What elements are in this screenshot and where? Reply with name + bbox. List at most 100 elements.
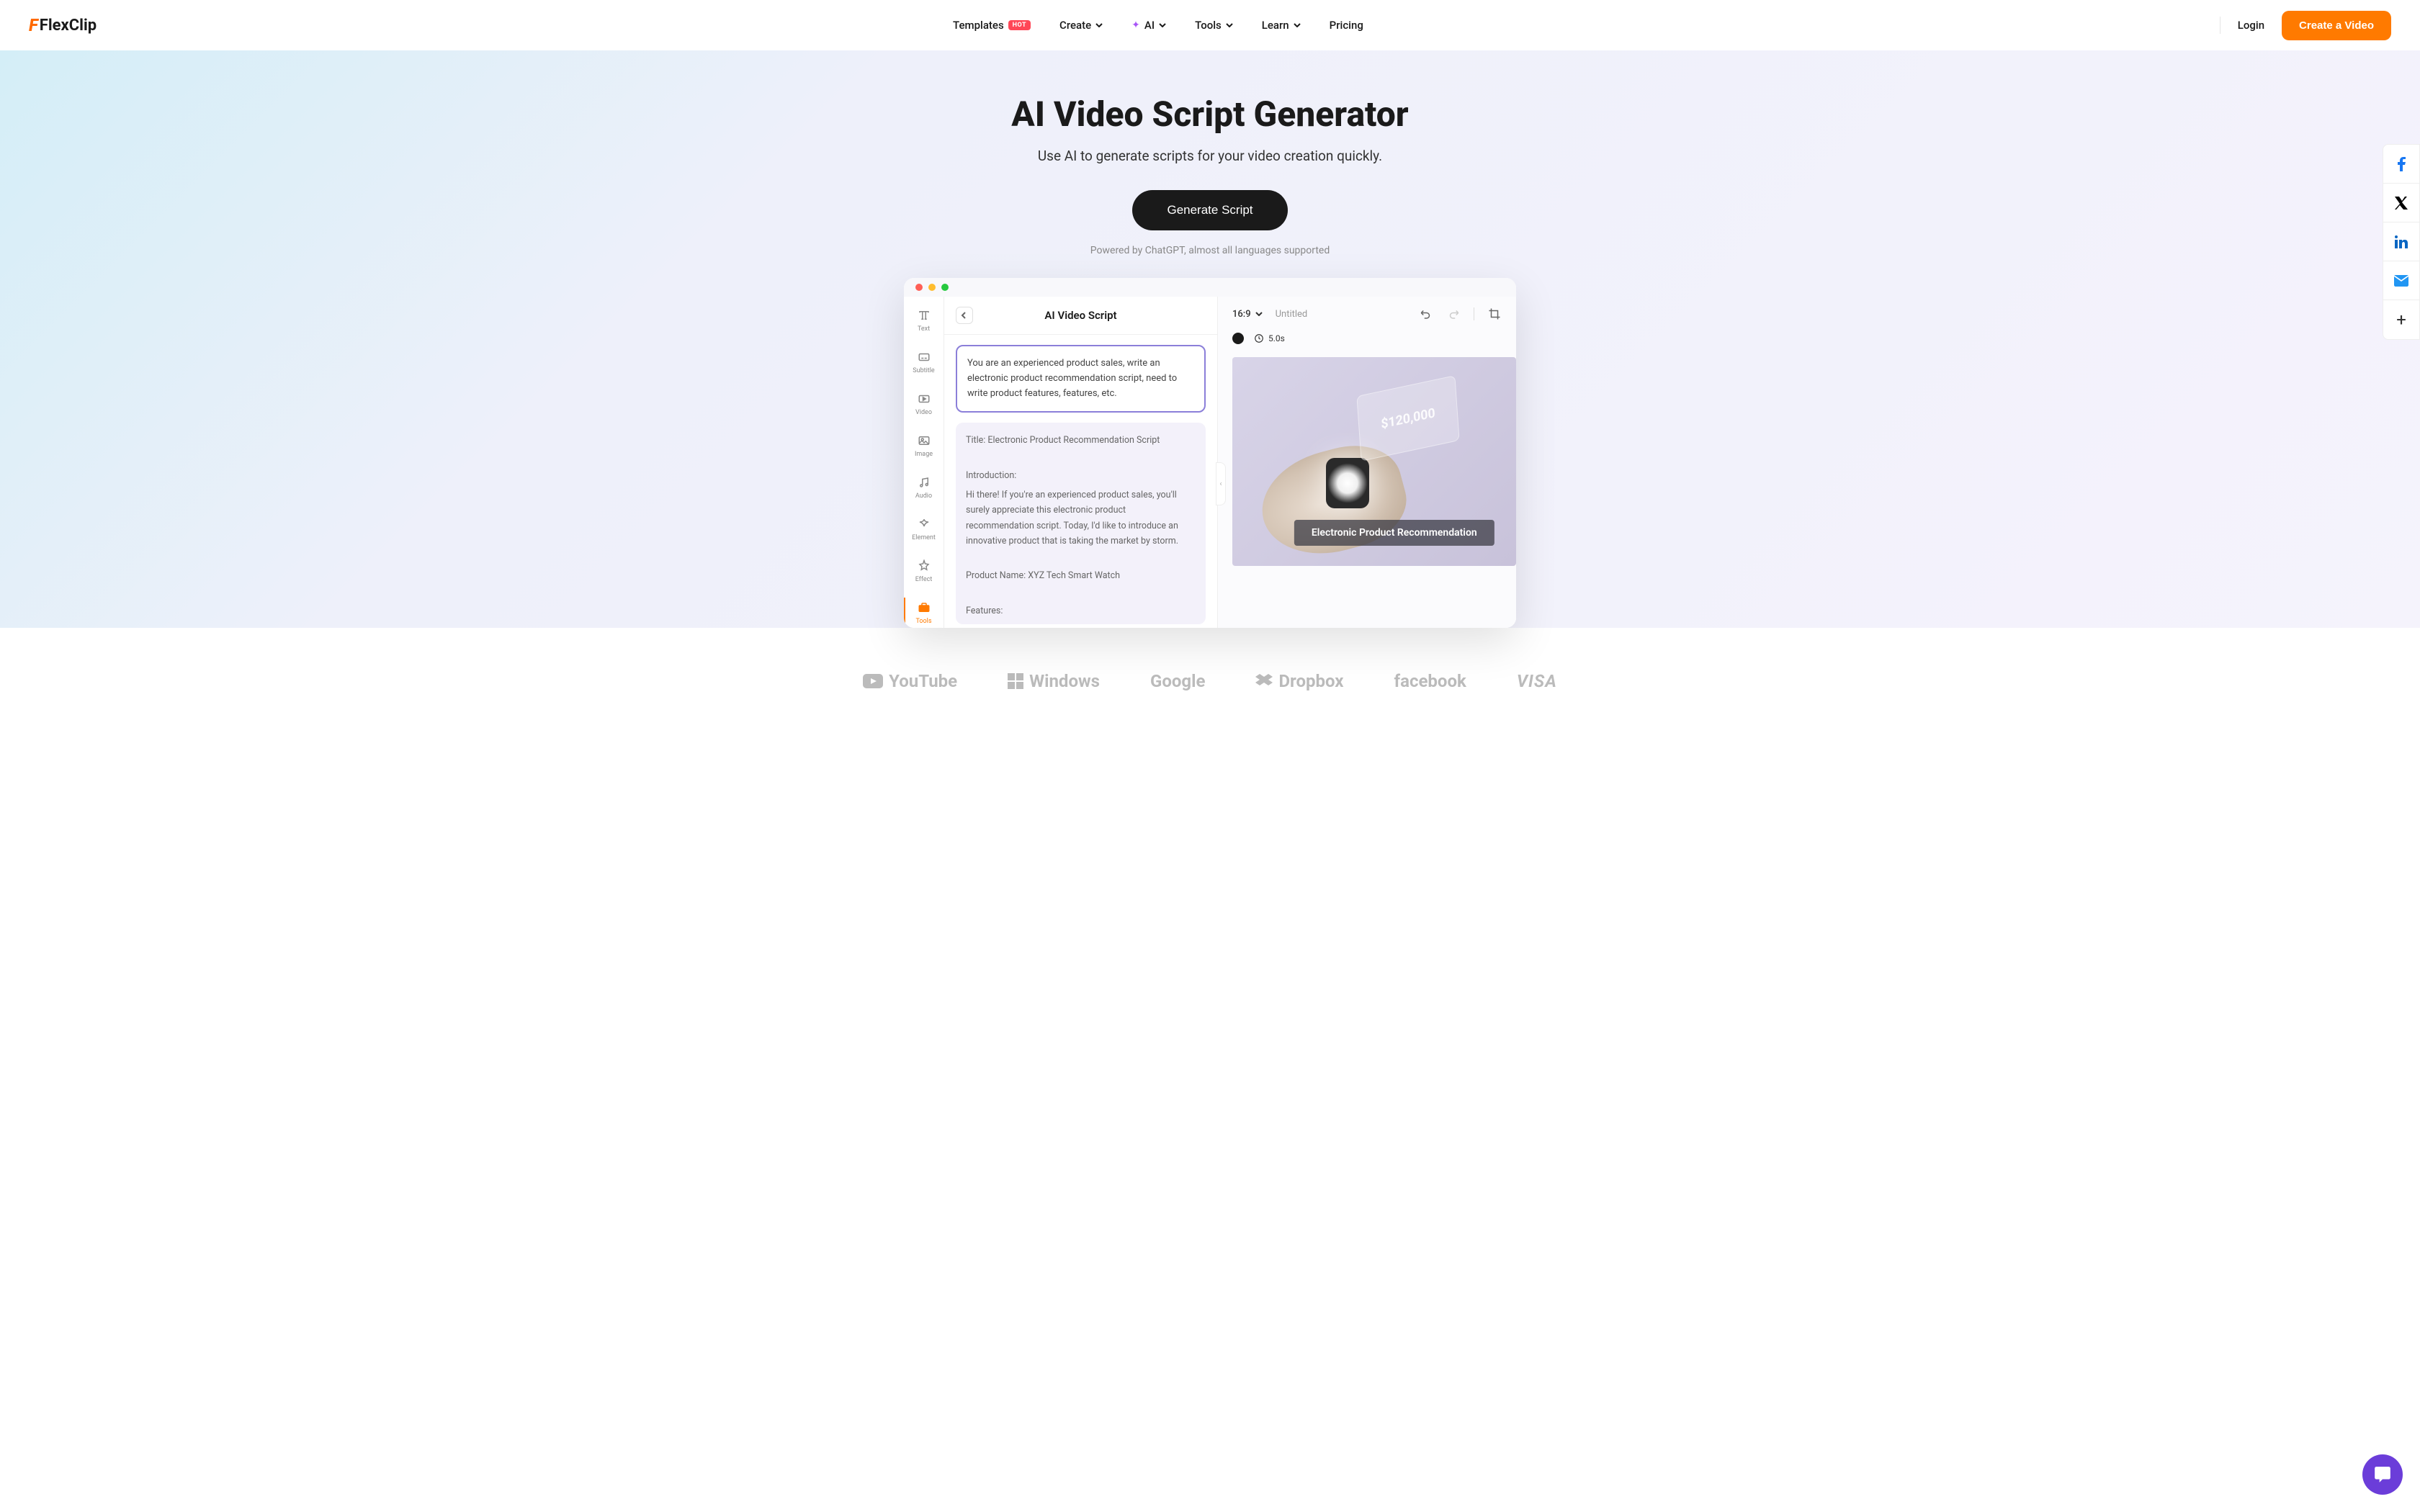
nav-create[interactable]: Create [1059, 19, 1103, 32]
output-features-label: Features: [966, 603, 1196, 618]
brand-google: Google [1150, 671, 1205, 691]
hero: AI Video Script Generator Use AI to gene… [0, 50, 2420, 628]
sidebar-item-tools[interactable]: Tools [904, 598, 943, 628]
crop-button[interactable] [1487, 307, 1502, 321]
undo-button[interactable] [1419, 307, 1433, 321]
sidebar-label: Effect [915, 576, 933, 583]
header-actions: Login Create a Video [2220, 11, 2391, 40]
logo[interactable]: FFlexClip [29, 15, 97, 35]
create-video-button[interactable]: Create a Video [2282, 11, 2391, 40]
output-title: Title: Electronic Product Recommendation… [966, 433, 1196, 448]
redo-button [1446, 307, 1461, 321]
brand-label: Windows [1029, 671, 1100, 691]
hero-subtitle: Use AI to generate scripts for your vide… [0, 148, 2420, 164]
nav-pricing-label: Pricing [1330, 19, 1363, 32]
sidebar-item-audio[interactable]: Audio [904, 472, 944, 503]
image-icon [917, 433, 931, 448]
sidebar-label: Video [915, 409, 932, 416]
sidebar-label: Image [915, 451, 933, 458]
nav-templates[interactable]: Templates HOT [953, 19, 1031, 32]
login-link[interactable]: Login [2238, 19, 2264, 32]
video-panel: 16:9 Untitled 5.0s [1218, 297, 1516, 628]
nav-learn[interactable]: Learn [1262, 19, 1301, 32]
brand-label: Google [1150, 671, 1205, 691]
nav-tools[interactable]: Tools [1195, 19, 1233, 32]
social-share-rail: + [2383, 144, 2420, 340]
nav-pricing[interactable]: Pricing [1330, 19, 1363, 32]
plus-icon: + [2396, 310, 2406, 330]
nav-create-label: Create [1059, 19, 1091, 32]
sidebar-item-element[interactable]: Element [904, 514, 944, 544]
logo-text: FlexClip [40, 17, 97, 35]
mac-maximize-icon [941, 284, 949, 291]
app-body: Text Subtitle Video Image Audio [904, 297, 1516, 628]
sidebar-item-subtitle[interactable]: Subtitle [904, 347, 944, 377]
chevron-down-icon [1095, 22, 1103, 29]
timeline-marker[interactable] [1232, 333, 1244, 344]
share-x-button[interactable] [2383, 184, 2419, 222]
generate-script-button[interactable]: Generate Script [1132, 190, 1287, 230]
nav-ai[interactable]: ✦ AI [1131, 19, 1166, 32]
video-preview[interactable]: $120,000 Electronic Product Recommendati… [1232, 357, 1516, 566]
timeline-row: 5.0s [1232, 333, 1516, 344]
chevron-down-icon [1226, 22, 1233, 29]
main-nav: Templates HOT Create ✦ AI Tools Learn Pr… [953, 19, 1363, 32]
mac-titlebar [904, 278, 1516, 297]
sparkle-icon: ✦ [1131, 19, 1140, 31]
facebook-icon [2398, 157, 2406, 171]
sidebar-item-video[interactable]: Video [904, 389, 944, 419]
mac-minimize-icon [928, 284, 936, 291]
script-panel-title: AI Video Script [956, 309, 1206, 322]
collapse-handle[interactable]: ‹ [1216, 462, 1226, 505]
sidebar-item-effect[interactable]: Effect [904, 556, 944, 586]
video-toolbar: 16:9 Untitled [1232, 307, 1516, 321]
hot-badge: HOT [1008, 20, 1031, 30]
app-sidebar: Text Subtitle Video Image Audio [904, 297, 944, 628]
nav-templates-label: Templates [953, 19, 1004, 32]
brand-label: VISA [1517, 671, 1557, 691]
audio-icon [917, 475, 931, 490]
duration-badge[interactable]: 5.0s [1254, 333, 1285, 343]
prompt-input[interactable]: You are an experienced product sales, wr… [956, 345, 1206, 413]
hero-title: AI Video Script Generator [0, 94, 2420, 135]
mac-close-icon [915, 284, 923, 291]
sidebar-label: Element [912, 534, 936, 541]
sidebar-label: Audio [915, 492, 932, 500]
share-email-button[interactable] [2383, 261, 2419, 300]
aspect-ratio-select[interactable]: 16:9 [1232, 309, 1263, 320]
project-name[interactable]: Untitled [1276, 309, 1308, 320]
text-icon [917, 308, 931, 323]
subtitle-icon [917, 350, 931, 364]
email-icon [2394, 275, 2408, 287]
price-hologram: $120,000 [1356, 375, 1459, 462]
effect-icon [917, 559, 931, 573]
sidebar-item-image[interactable]: Image [904, 431, 944, 461]
aspect-value: 16:9 [1232, 309, 1251, 320]
output-feature: - Sleek and modern design [966, 623, 1196, 624]
brand-dropbox: Dropbox [1255, 671, 1343, 691]
clock-icon [1254, 333, 1264, 343]
chevron-down-icon [1255, 312, 1263, 316]
preview-watch [1326, 458, 1369, 508]
dropbox-icon [1255, 674, 1273, 688]
chevron-down-icon [1159, 22, 1166, 29]
output-product: Product Name: XYZ Tech Smart Watch [966, 568, 1196, 583]
powered-text: Powered by ChatGPT, almost all languages… [0, 245, 2420, 256]
brand-label: facebook [1394, 671, 1466, 691]
brand-label: YouTube [889, 671, 957, 691]
script-output: Title: Electronic Product Recommendation… [956, 423, 1206, 624]
site-header: FFlexClip Templates HOT Create ✦ AI Tool… [0, 0, 2420, 50]
video-caption: Electronic Product Recommendation [1294, 520, 1494, 546]
chat-launcher[interactable] [2362, 1454, 2403, 1495]
share-linkedin-button[interactable] [2383, 222, 2419, 261]
output-intro-body: Hi there! If you're an experienced produ… [966, 487, 1196, 549]
duration-value: 5.0s [1268, 333, 1285, 343]
share-facebook-button[interactable] [2383, 145, 2419, 184]
brands-row: YouTube Windows Google Dropbox facebook … [0, 628, 2420, 720]
script-header: AI Video Script [944, 297, 1217, 335]
brand-windows: Windows [1008, 671, 1100, 691]
sidebar-item-text[interactable]: Text [904, 305, 944, 336]
share-more-button[interactable]: + [2383, 300, 2419, 339]
youtube-icon [863, 674, 883, 688]
x-icon [2395, 197, 2408, 210]
